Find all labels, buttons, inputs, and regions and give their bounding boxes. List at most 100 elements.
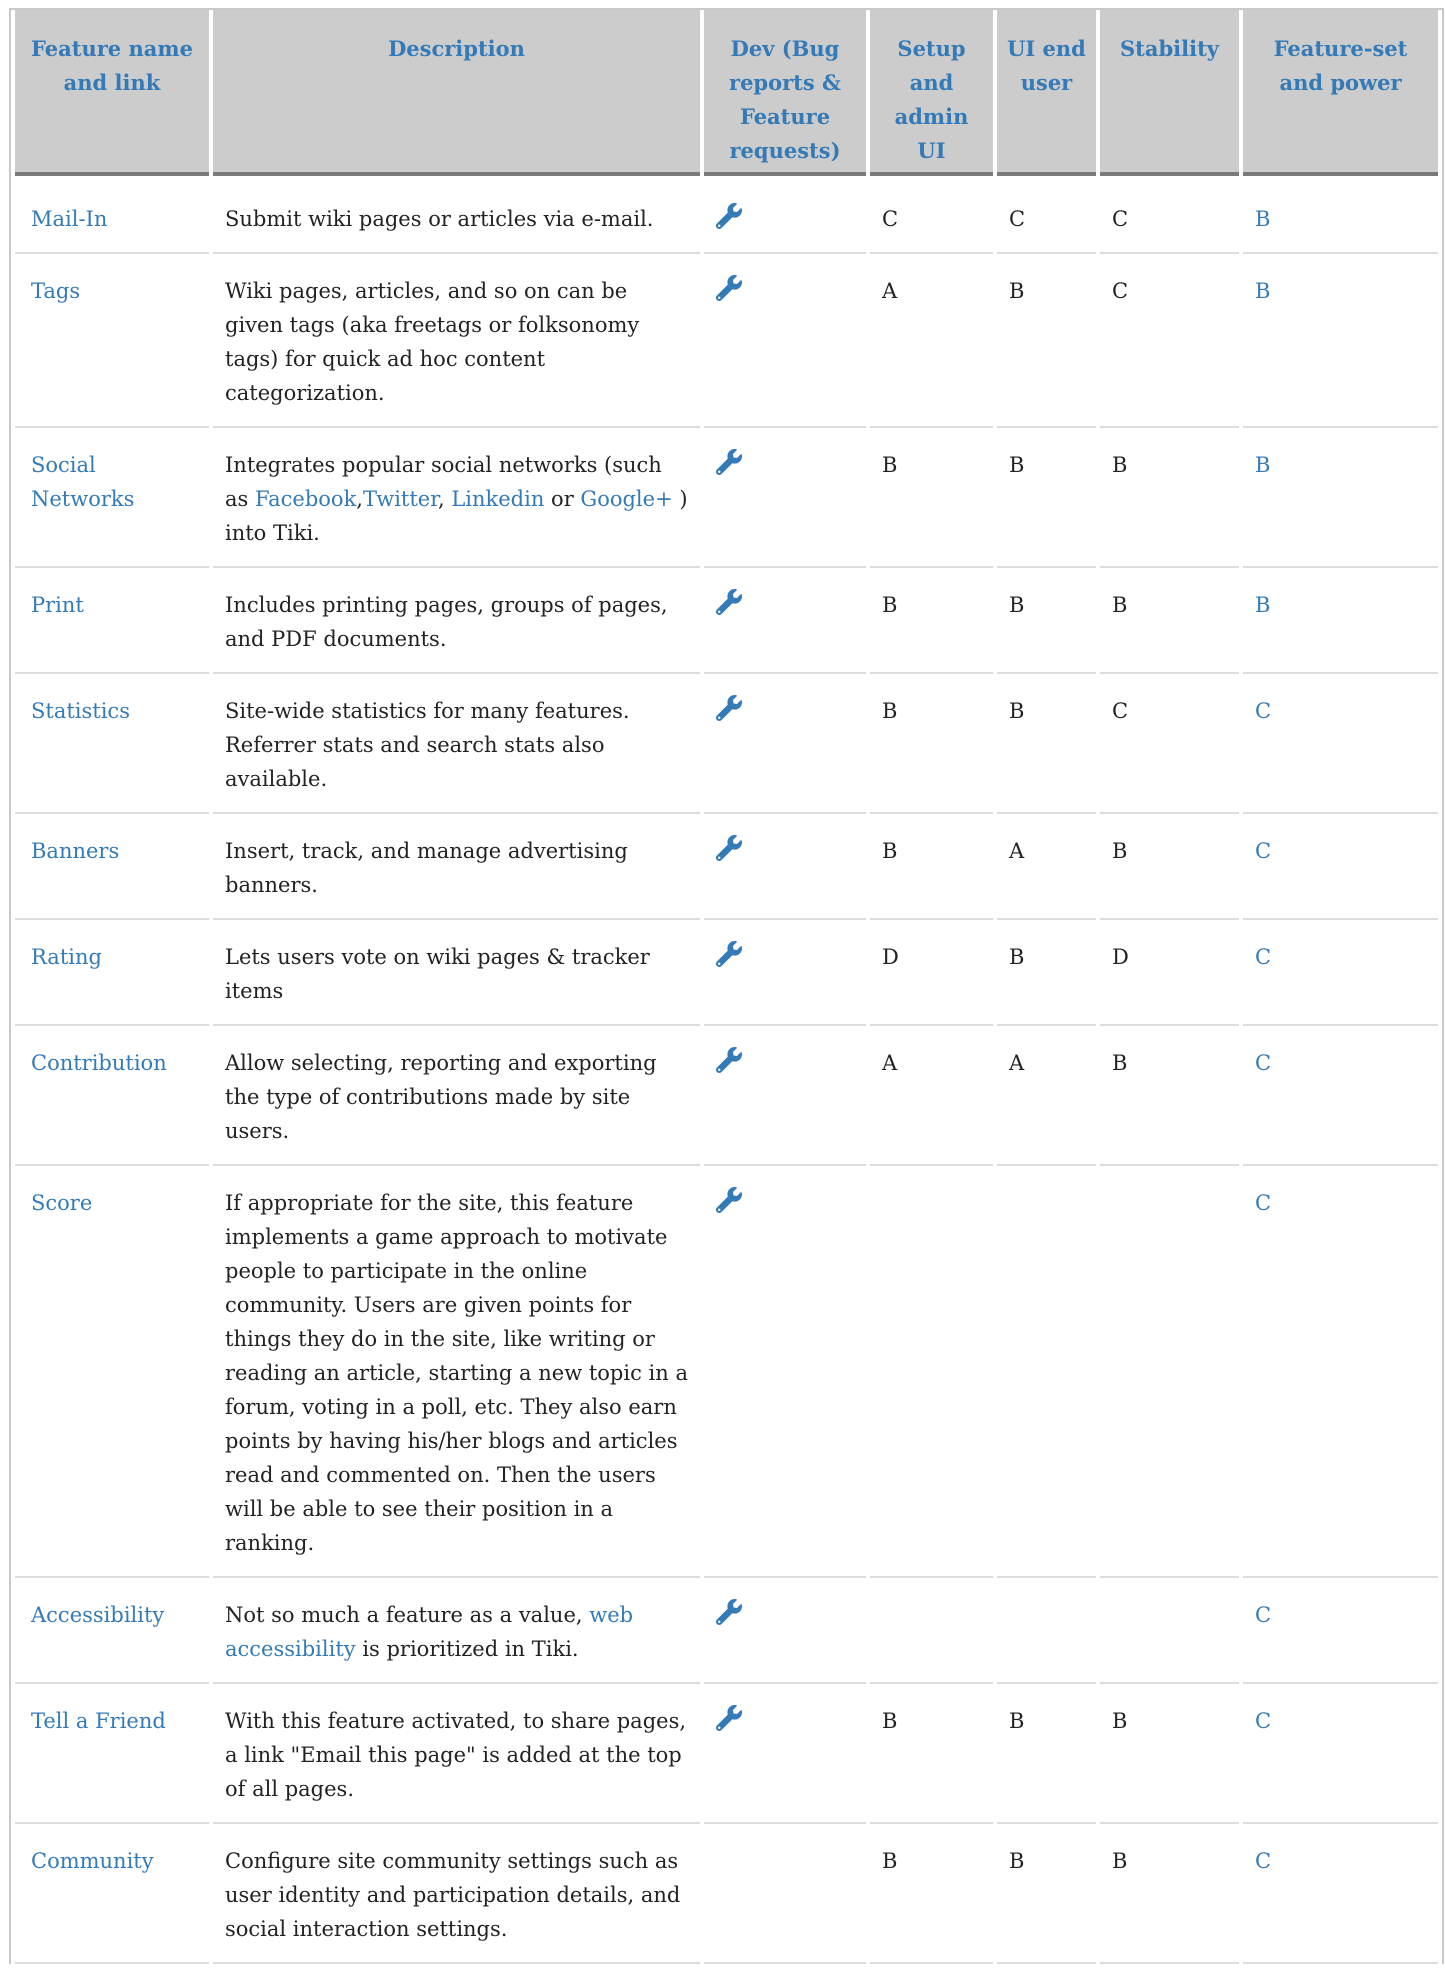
dev-cell [704,1578,866,1684]
power-grade-link[interactable]: B [1255,279,1270,303]
feature-name-cell: Community [15,1824,209,1964]
feature-name-link[interactable]: Score [31,1191,92,1215]
description-cell: Allow selecting, reporting and exporting… [213,1026,700,1166]
feature-name-link[interactable]: Statistics [31,699,130,723]
description-text: Lets users vote on wiki pages & tracker … [225,945,650,1003]
description-cell: Wiki pages, articles, and so on can be g… [213,254,700,428]
stability-grade: B [1100,1824,1239,1964]
description-cell: If appropriate for the site, this featur… [213,1166,700,1578]
feature-name-link[interactable]: Banners [31,839,119,863]
description-text: Site-wide statistics for many features. … [225,699,630,791]
feature-name-link[interactable]: Community [31,1849,154,1873]
description-cell: Integrates popular social networks (such… [213,428,700,568]
feature-name-cell: Tell a Friend [15,1684,209,1824]
table-row: Rating Lets users vote on wiki pages & tr… [15,920,1438,1026]
link-linkedin[interactable]: Linkedin [451,487,544,511]
wrench-icon[interactable] [716,695,742,721]
power-grade-link[interactable]: B [1255,207,1270,231]
wrench-icon[interactable] [716,1047,742,1073]
table-row: Contribution Allow selecting, reporting a… [15,1026,1438,1166]
feature-name-cell: Banners [15,814,209,920]
setup-grade: B [870,814,993,920]
power-grade-link[interactable]: C [1255,1051,1271,1075]
power-grade-link[interactable]: C [1255,1191,1271,1215]
stability-grade: C [1100,674,1239,814]
power-grade-cell: C [1243,1824,1438,1964]
wrench-icon[interactable] [716,449,742,475]
wrench-icon[interactable] [716,203,742,229]
power-grade-link[interactable]: C [1255,1709,1271,1733]
setup-grade: B [870,1824,993,1964]
wrench-icon[interactable] [716,1705,742,1731]
wrench-icon[interactable] [716,1187,742,1213]
feature-name-link[interactable]: Print [31,593,84,617]
header-feature-set-power[interactable]: Feature-set and power [1243,10,1438,176]
ui-grade: B [997,1824,1096,1964]
table-row: Social Networks Integrates popular social… [15,428,1438,568]
description-text: Allow selecting, reporting and exporting… [225,1051,657,1143]
feature-name-cell: Rating [15,920,209,1026]
feature-name-cell: Tags [15,254,209,428]
ui-grade: A [997,1026,1096,1166]
link-twitter[interactable]: Twitter [363,487,438,511]
feature-name-link[interactable]: Accessibility [31,1603,164,1627]
power-grade-link[interactable]: C [1255,1603,1271,1627]
wrench-icon[interactable] [716,275,742,301]
header-feature-name[interactable]: Feature name and link [15,10,209,176]
link-facebook[interactable]: Facebook [255,487,356,511]
ui-grade: B [997,674,1096,814]
feature-name-cell: Print [15,568,209,674]
wrench-icon[interactable] [716,835,742,861]
description-cell: With this feature activated, to share pa… [213,1684,700,1824]
feature-name-cell: Score [15,1166,209,1578]
feature-name-link[interactable]: Tell a Friend [31,1709,166,1733]
feature-name-link[interactable]: Rating [31,945,102,969]
header-setup-admin-ui[interactable]: Setup and admin UI [870,10,993,176]
dev-cell [704,1026,866,1166]
feature-name-link[interactable]: Contribution [31,1051,167,1075]
feature-name-link[interactable]: Social Networks [31,453,134,511]
ui-grade [997,1166,1096,1578]
dev-cell [704,568,866,674]
ui-grade: B [997,568,1096,674]
description-cell: Site-wide statistics for many features. … [213,674,700,814]
description-cell: Includes printing pages, groups of pages… [213,568,700,674]
description-text: Insert, track, and manage advertising ba… [225,839,628,897]
feature-name-cell: Mail-In [15,182,209,254]
power-grade-link[interactable]: B [1255,453,1270,477]
description-text: Not so much a feature as a value, [225,1603,590,1627]
setup-grade: A [870,254,993,428]
description-text: or [544,487,581,511]
description-cell: Submit wiki pages or articles via e-mail… [213,182,700,254]
power-grade-link[interactable]: C [1255,839,1271,863]
wrench-icon[interactable] [716,589,742,615]
description-cell: Lets users vote on wiki pages & tracker … [213,920,700,1026]
setup-grade: B [870,568,993,674]
wrench-icon[interactable] [716,1599,742,1625]
power-grade-link[interactable]: B [1255,593,1270,617]
header-stability[interactable]: Stability [1100,10,1239,176]
header-dev[interactable]: Dev (Bug reports & Feature requests) [704,10,866,176]
stability-grade: B [1100,814,1239,920]
power-grade-cell: C [1243,674,1438,814]
header-description[interactable]: Description [213,10,700,176]
table-row: Tags Wiki pages, articles, and so on can … [15,254,1438,428]
link-google-plus[interactable]: Google+ [580,487,672,511]
power-grade-link[interactable]: C [1255,945,1271,969]
stability-grade: B [1100,1026,1239,1166]
feature-name-link[interactable]: Tags [31,279,80,303]
ui-grade: B [997,1684,1096,1824]
features-table: Feature name and link Description Dev (B… [9,8,1444,1964]
dev-cell [704,814,866,920]
dev-cell [704,1166,866,1578]
setup-grade: D [870,920,993,1026]
power-grade-link[interactable]: C [1255,1849,1271,1873]
ui-grade [997,1578,1096,1684]
wrench-icon[interactable] [716,941,742,967]
stability-grade: B [1100,428,1239,568]
power-grade-link[interactable]: C [1255,699,1271,723]
setup-grade: C [870,182,993,254]
description-text: Configure site community settings such a… [225,1849,681,1941]
feature-name-link[interactable]: Mail-In [31,207,107,231]
header-ui-end-user[interactable]: UI end user [997,10,1096,176]
